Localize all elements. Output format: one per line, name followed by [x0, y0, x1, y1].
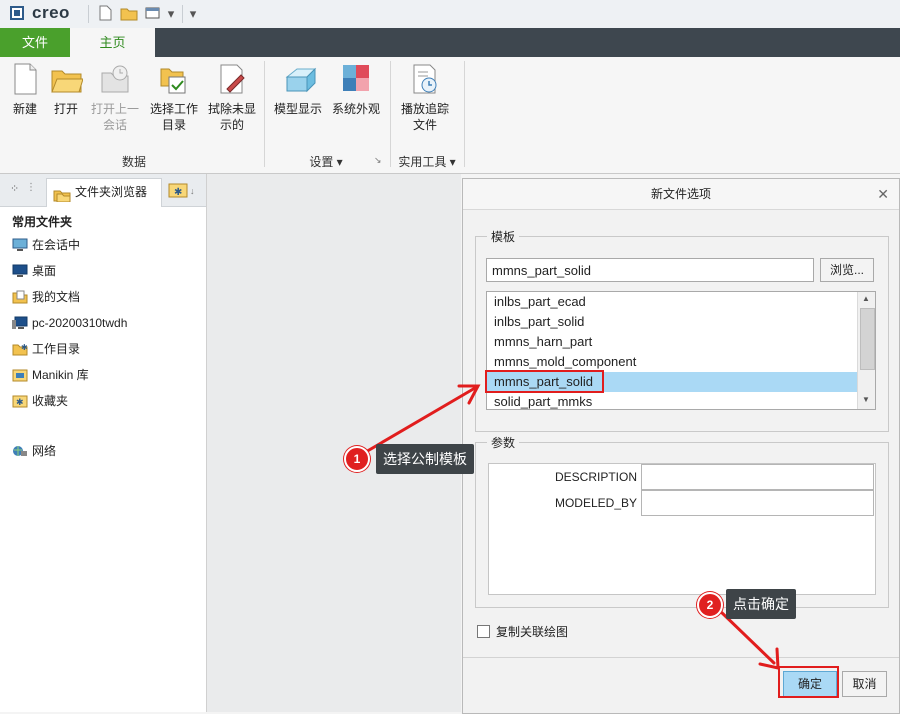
step2-badge: 2	[697, 592, 723, 618]
step2-label: 点击确定	[726, 589, 796, 619]
annotation-highlight-ok	[778, 666, 839, 698]
annotation-highlight-template	[485, 370, 604, 393]
step1-badge: 1	[344, 446, 370, 472]
step1-label: 选择公制模板	[376, 444, 474, 474]
